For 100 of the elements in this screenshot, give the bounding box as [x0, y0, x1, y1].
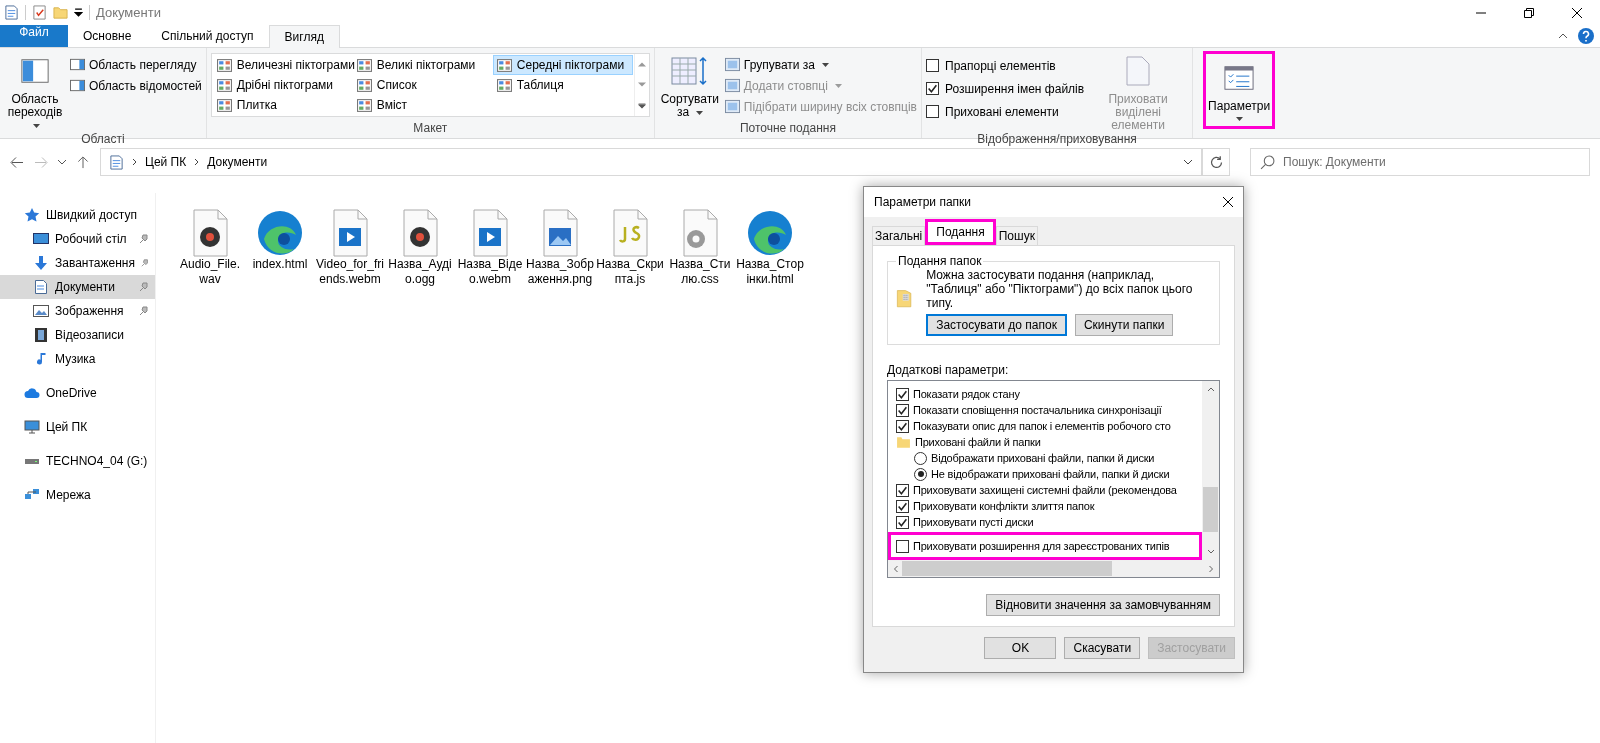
layout-option[interactable]: Дрібні піктограми	[212, 75, 353, 95]
layout-option[interactable]: Вміст	[352, 95, 493, 115]
checkbox[interactable]	[896, 419, 909, 433]
file-item[interactable]: Назва_Зображення.png	[526, 209, 594, 287]
pin-icon[interactable]	[139, 234, 149, 244]
columns-icon	[724, 99, 740, 114]
folder-view-button[interactable]: Застосувати до папок	[926, 314, 1067, 336]
address-bar[interactable]: Цей ПК Документи	[100, 148, 1202, 176]
restore-icon[interactable]	[1524, 7, 1534, 18]
help-icon[interactable]	[1578, 28, 1594, 44]
collapse-ribbon-icon[interactable]	[1558, 33, 1568, 39]
layout-option[interactable]: Плитка	[212, 95, 353, 115]
dropdown-icon[interactable]	[1183, 159, 1193, 165]
back-icon[interactable]	[10, 155, 24, 169]
sidebar-item[interactable]: Відеозаписи	[0, 323, 155, 347]
caret-icon	[695, 110, 703, 115]
sidebar-item[interactable]: OneDrive	[0, 381, 155, 405]
sidebar-item[interactable]: TECHNO4_04 (G:)	[0, 449, 155, 473]
file-item[interactable]: Назва_Відео.webm	[456, 209, 524, 287]
pane-toggle-button[interactable]: Область відомостей	[70, 76, 202, 95]
view-command-button[interactable]: Групувати за	[724, 55, 917, 74]
dialog-button[interactable]: OK	[984, 637, 1057, 659]
breadcrumb[interactable]: Цей ПК	[145, 155, 187, 169]
file-item[interactable]: Назва_Стилю.css	[666, 209, 734, 287]
ribbon-tab[interactable]: Основне	[68, 25, 147, 47]
file-item[interactable]: Video_for_friends.webm	[316, 209, 384, 287]
setting-label: Не відображати приховані файли, папки й диски	[931, 468, 1170, 480]
dialog-tab[interactable]: Загальні	[872, 226, 926, 245]
layout-option[interactable]: Список	[352, 75, 493, 95]
recent-locations-icon[interactable]	[58, 159, 66, 165]
file-item[interactable]: Назва_Скрипта.js	[596, 209, 664, 287]
sidebar-item[interactable]: Робочий стіл	[0, 227, 155, 251]
ribbon-tab[interactable]: Спільний доступ	[146, 25, 269, 47]
scroll-thumb[interactable]	[1203, 487, 1218, 532]
sidebar-item[interactable]: Музика	[0, 347, 155, 371]
up-icon[interactable]	[76, 155, 90, 169]
file-name: Назва_Відео.webm	[456, 257, 524, 287]
sidebar-item[interactable]: Зображення	[0, 299, 155, 323]
navigation-pane-button[interactable]: Область переходів	[4, 51, 66, 132]
caret-icon	[834, 83, 842, 88]
file-item[interactable]: index.html	[246, 209, 314, 272]
expand-gallery-icon[interactable]	[637, 102, 646, 109]
pin-icon[interactable]	[140, 258, 149, 268]
breadcrumb[interactable]: Документи	[207, 155, 268, 169]
folder-view-button[interactable]: Скинути папки	[1074, 314, 1174, 336]
sidebar-item[interactable]: Завантаження	[0, 251, 155, 275]
dialog-tab[interactable]: Пошук	[995, 226, 1038, 245]
checkbox[interactable]	[896, 539, 909, 553]
scroll-up-icon[interactable]	[637, 61, 646, 68]
dropdown-icon[interactable]	[74, 8, 83, 17]
vertical-scrollbar[interactable]	[1202, 381, 1219, 560]
scroll-thumb[interactable]	[902, 561, 1112, 576]
ribbon-tab[interactable]: Файл	[0, 25, 68, 47]
close-icon[interactable]	[1223, 197, 1233, 207]
layout-option[interactable]: Середні піктограми	[492, 55, 633, 75]
search-field[interactable]: Пошук: Документи	[1250, 148, 1590, 176]
checkbox[interactable]	[926, 82, 939, 95]
scroll-down-icon[interactable]	[1206, 549, 1215, 555]
checkbox[interactable]	[896, 515, 909, 529]
refresh-button[interactable]	[1202, 148, 1230, 176]
checkbox[interactable]	[896, 483, 909, 497]
close-icon[interactable]	[1572, 7, 1582, 18]
network-icon	[24, 488, 40, 502]
radio-button[interactable]	[914, 451, 927, 465]
options-button[interactable]: Параметри	[1203, 51, 1276, 129]
sidebar-item[interactable]: Мережа	[0, 483, 155, 507]
file-name: Назва_Стилю.css	[668, 257, 732, 287]
setting-label: Приховувати розширення для зареєстрованих типів	[913, 540, 1170, 552]
file-name: Video_for_friends.webm	[316, 257, 384, 287]
document-icon	[33, 280, 49, 294]
restore-defaults-button[interactable]: Відновити значення за замовчуванням	[986, 594, 1220, 616]
pane-icon	[70, 78, 85, 93]
layout-option[interactable]: Таблиця	[492, 75, 633, 95]
checklist-icon[interactable]	[32, 5, 47, 20]
dialog-button[interactable]: Скасувати	[1064, 637, 1141, 659]
section-label: Додаткові параметри:	[887, 363, 1010, 377]
checkbox[interactable]	[926, 59, 939, 72]
checkbox[interactable]	[896, 499, 909, 513]
file-name: Назва_Сторінки.html	[736, 257, 804, 287]
scroll-down-icon[interactable]	[637, 82, 646, 88]
file-name: index.html	[252, 257, 308, 272]
radio-button[interactable]	[914, 467, 927, 481]
sidebar-item[interactable]: Швидкий доступ	[0, 203, 155, 227]
scroll-up-icon[interactable]	[1206, 386, 1215, 392]
sidebar-item[interactable]: Цей ПК	[0, 415, 155, 439]
dialog-tab[interactable]: Подання	[925, 219, 996, 245]
sort-button[interactable]: Сортувати за	[658, 51, 721, 119]
file-item[interactable]: Назва_Аудіо.ogg	[386, 209, 454, 287]
layout-option[interactable]: Величезні піктограми	[212, 55, 353, 75]
pin-icon[interactable]	[139, 306, 149, 316]
pane-toggle-button[interactable]: Область перегляду	[70, 55, 202, 74]
checkbox-label: Приховані елементи	[945, 104, 1059, 119]
checkbox[interactable]	[896, 387, 909, 401]
sidebar-item[interactable]: Документи	[0, 275, 155, 299]
file-item[interactable]: Назва_Сторінки.html	[736, 209, 804, 287]
checkbox[interactable]	[926, 105, 939, 118]
horizontal-scrollbar[interactable]	[888, 560, 1219, 577]
checkbox[interactable]	[896, 403, 909, 417]
file-item[interactable]: Audio_File.wav	[176, 209, 244, 287]
ribbon-tab[interactable]: Вигляд	[268, 25, 340, 48]
